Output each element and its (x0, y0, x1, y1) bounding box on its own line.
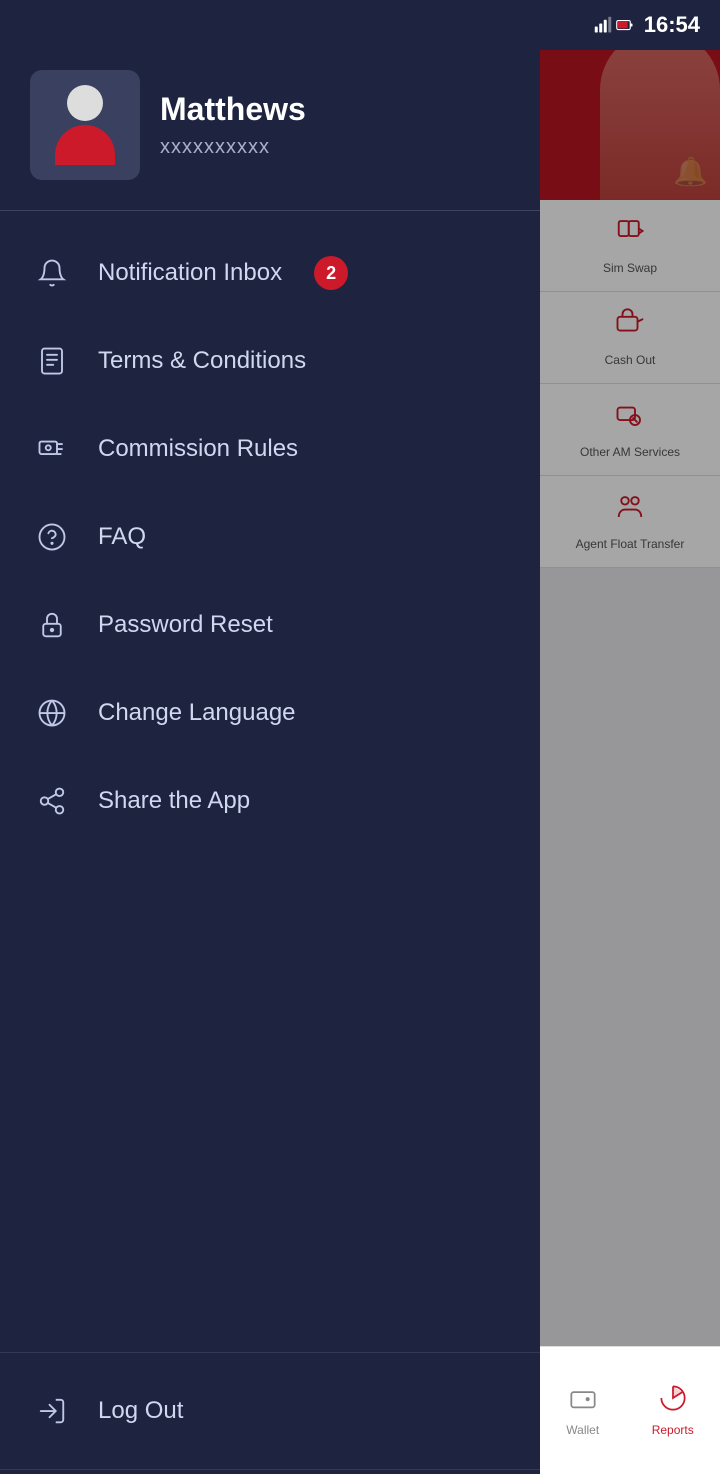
profile-phone: xxxxxxxxxx (160, 136, 306, 159)
logout-section: Log Out (0, 1357, 540, 1465)
sidebar-status-bar (0, 0, 540, 50)
avatar-body (55, 125, 115, 165)
agent-float-transfer-icon (615, 492, 645, 529)
right-background-panel: 🔔 Sim Swap Cash (540, 0, 720, 1474)
sidebar-item-faq[interactable]: FAQ (0, 493, 540, 581)
cash-out-item[interactable]: Cash Out (540, 292, 720, 384)
bell-icon (30, 251, 74, 295)
profile-info: Matthews xxxxxxxxxx (160, 91, 306, 159)
sidebar-item-share-app[interactable]: Share the App (0, 757, 540, 845)
signal-icon (594, 16, 612, 34)
other-am-services-label: Other AM Services (580, 445, 680, 459)
notification-badge: 2 (314, 256, 348, 290)
question-icon (30, 515, 74, 559)
status-icons (594, 16, 634, 34)
sidebar-item-notification-inbox[interactable]: Notification Inbox 2 (0, 229, 540, 317)
password-reset-label: Password Reset (98, 611, 273, 639)
terms-conditions-label: Terms & Conditions (98, 347, 306, 375)
profile-name: Matthews (160, 91, 306, 128)
bottom-navigation: Wallet Reports (540, 1346, 720, 1474)
share-icon (30, 779, 74, 823)
menu-list: Notification Inbox 2 Terms & Conditions (0, 219, 540, 1348)
status-bar: 16:54 (520, 0, 720, 50)
translate-icon (30, 691, 74, 735)
agent-float-transfer-label: Agent Float Transfer (576, 537, 685, 551)
sim-swap-label: Sim Swap (603, 261, 657, 275)
document-icon (30, 339, 74, 383)
reports-nav-item[interactable]: Reports (652, 1384, 694, 1437)
avatar-head (67, 85, 103, 121)
profile-divider (0, 210, 540, 211)
logout-divider-bottom (0, 1469, 540, 1470)
avatar-icon (55, 85, 115, 165)
profile-section: Matthews xxxxxxxxxx (0, 50, 540, 210)
sim-swap-icon (615, 216, 645, 253)
commission-rules-label: Commission Rules (98, 435, 298, 463)
reports-nav-label: Reports (652, 1423, 694, 1437)
avatar (30, 70, 140, 180)
notification-inbox-label: Notification Inbox (98, 259, 282, 287)
wallet-nav-item[interactable]: Wallet (566, 1384, 599, 1437)
sidebar-item-password-reset[interactable]: Password Reset (0, 581, 540, 669)
other-am-services-icon (615, 400, 645, 437)
right-panel-items: Sim Swap Cash Out Other AM S (540, 200, 720, 568)
other-am-services-item[interactable]: Other AM Services (540, 384, 720, 476)
sidebar-item-change-language[interactable]: Change Language (0, 669, 540, 757)
logout-divider-top (0, 1352, 540, 1353)
money-icon (30, 427, 74, 471)
faq-label: FAQ (98, 523, 146, 551)
change-language-label: Change Language (98, 699, 296, 727)
logout-label: Log Out (98, 1397, 183, 1425)
sim-swap-item[interactable]: Sim Swap (540, 200, 720, 292)
background-person (600, 30, 720, 200)
logout-icon (30, 1389, 74, 1433)
battery-icon (616, 16, 634, 34)
agent-float-transfer-item[interactable]: Agent Float Transfer (540, 476, 720, 568)
cash-out-label: Cash Out (605, 353, 656, 367)
sidebar-drawer: Matthews xxxxxxxxxx Notification Inbox 2 (0, 0, 540, 1474)
wallet-nav-label: Wallet (566, 1423, 599, 1437)
cash-out-icon (615, 308, 645, 345)
wallet-nav-icon (569, 1384, 597, 1419)
sidebar-item-commission-rules[interactable]: Commission Rules (0, 405, 540, 493)
share-app-label: Share the App (98, 787, 250, 815)
sidebar-item-logout[interactable]: Log Out (0, 1367, 540, 1455)
time-display: 16:54 (644, 12, 700, 38)
reports-nav-icon (659, 1384, 687, 1419)
lock-icon (30, 603, 74, 647)
sidebar-item-terms-conditions[interactable]: Terms & Conditions (0, 317, 540, 405)
